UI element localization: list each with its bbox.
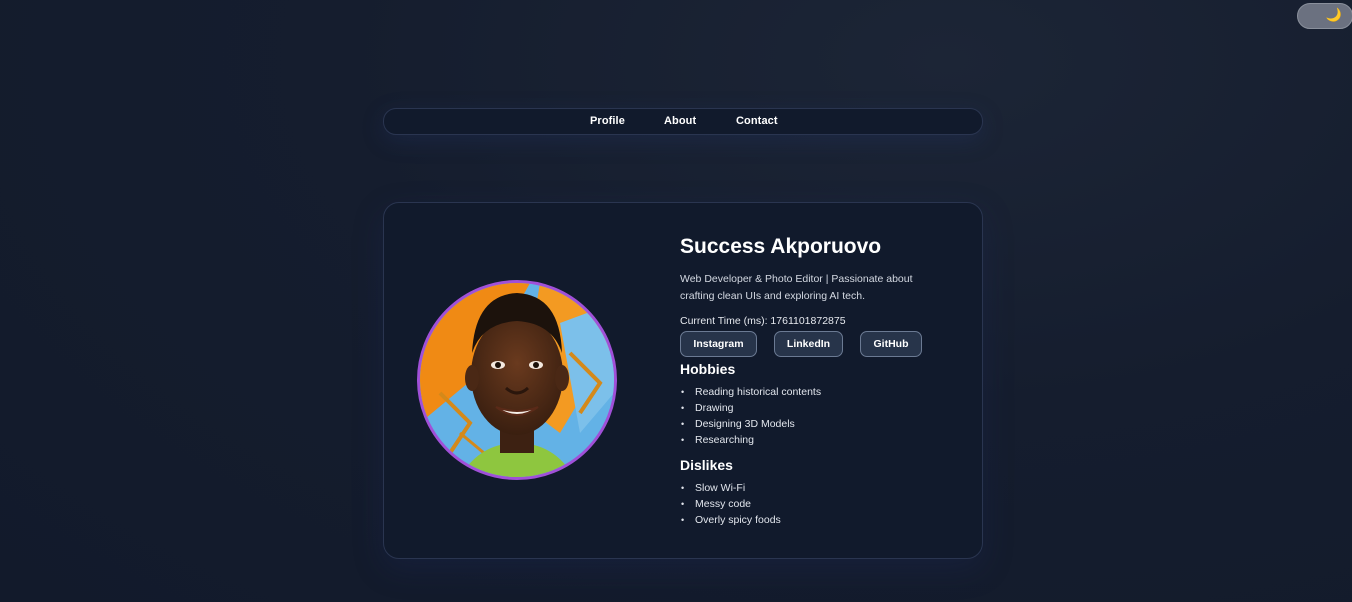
bullet-icon: • [681,419,685,429]
avatar-photo [420,283,614,477]
github-button[interactable]: GitHub [860,331,922,357]
dislikes-heading: Dislikes [680,457,733,473]
bullet-icon: • [681,403,685,413]
instagram-button[interactable]: Instagram [680,331,757,357]
profile-name: Success Akporuovo [680,235,882,258]
bullet-icon: • [681,515,685,525]
bullet-icon: • [681,483,685,493]
profile-card: Success Akporuovo Web Developer & Photo … [383,202,983,559]
theme-toggle[interactable]: 🌙 [1297,3,1352,29]
nav-link-contact[interactable]: Contact [736,115,778,127]
top-nav: Profile About Contact [383,108,983,135]
bullet-icon: • [681,387,685,397]
bullet-icon: • [681,435,685,445]
profile-bio: Web Developer & Photo Editor | Passionat… [680,273,913,302]
nav-link-about[interactable]: About [664,115,696,127]
current-time: Current Time (ms): 1761101872875 [680,315,846,327]
avatar [417,280,617,480]
hobby-item: • Drawing [681,402,734,414]
dislike-item: • Overly spicy foods [681,514,781,526]
hobbies-list: • Reading historical contents • Drawing • D… [680,384,821,448]
nav-link-profile[interactable]: Profile [590,115,625,127]
dislikes-list: • Slow Wi-Fi • Messy code • Overly spicy fo… [680,480,781,528]
hobby-item: • Designing 3D Models [681,418,795,430]
linkedin-button[interactable]: LinkedIn [774,331,843,357]
hobbies-heading: Hobbies [680,361,736,377]
bullet-icon: • [681,499,685,509]
hobby-item: • Researching [681,434,754,446]
hobby-item: • Reading historical contents [681,386,822,398]
dislike-item: • Messy code [681,498,752,510]
dislike-item: • Slow Wi-Fi [681,482,746,494]
moon-icon: 🌙 [1325,8,1342,23]
